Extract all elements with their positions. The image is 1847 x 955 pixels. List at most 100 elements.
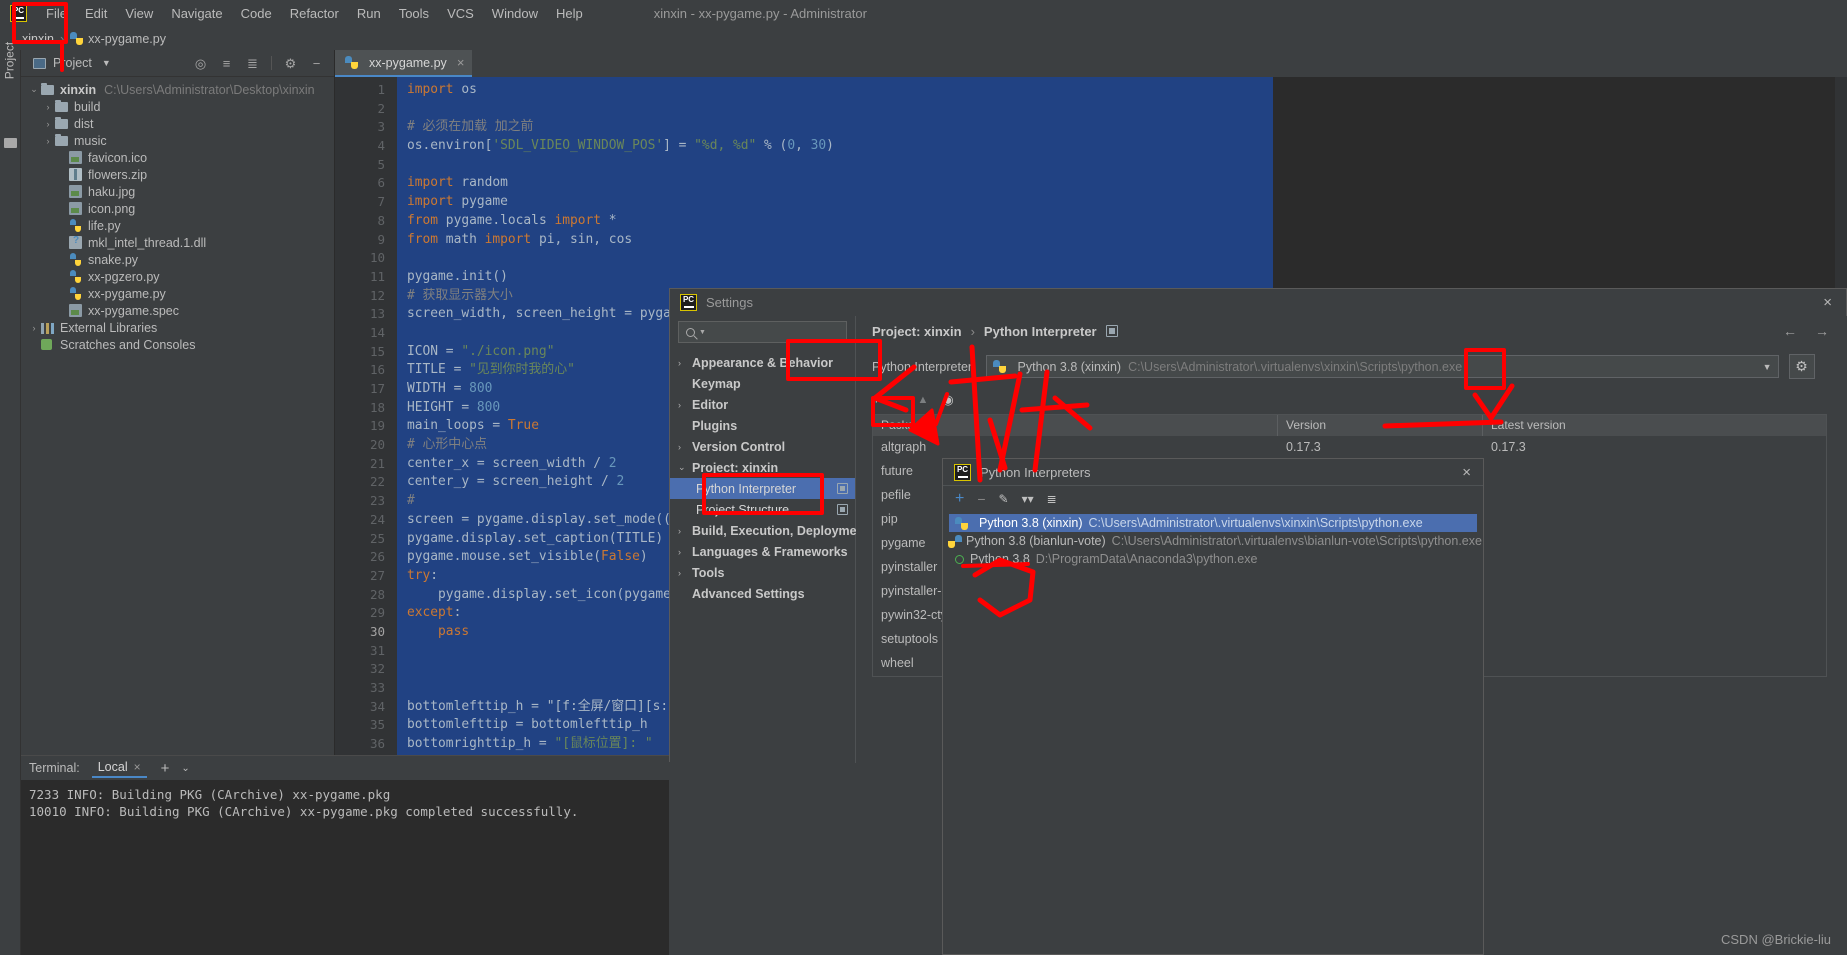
- nav-forward-button[interactable]: →: [1815, 323, 1829, 339]
- interpreter-list-item[interactable]: Python 3.8 D:\ProgramData\Anaconda3\pytho…: [949, 550, 1477, 568]
- add-interpreter-button[interactable]: +: [955, 490, 964, 508]
- project-tree-item[interactable]: › dist: [21, 115, 334, 132]
- remove-interpreter-button[interactable]: −: [977, 491, 985, 507]
- interpreter-settings-gear-button[interactable]: ⚙: [1788, 354, 1815, 379]
- breadcrumb-project[interactable]: xinxin: [22, 32, 54, 46]
- interpreter-combobox[interactable]: Python 3.8 (xinxin) C:\Users\Administrat…: [985, 355, 1779, 378]
- gear-icon[interactable]: ⚙: [283, 56, 298, 71]
- menu-edit[interactable]: Edit: [76, 3, 116, 24]
- terminal-tab-local[interactable]: Local ×: [91, 758, 147, 778]
- show-early-releases-button[interactable]: ◉: [942, 392, 953, 408]
- minimize-icon[interactable]: −: [309, 56, 324, 71]
- settings-tree-item-tools[interactable]: › Tools: [670, 562, 855, 583]
- add-terminal-button[interactable]: +: [161, 760, 170, 777]
- project-tree-item[interactable]: snake.py: [21, 251, 334, 268]
- close-icon[interactable]: ×: [1823, 294, 1832, 311]
- project-tree-item[interactable]: life.py: [21, 217, 334, 234]
- remove-package-button[interactable]: −: [895, 391, 904, 408]
- settings-tree-item-build-execution-deployment[interactable]: › Build, Execution, Deployment: [670, 520, 868, 541]
- show-paths-icon[interactable]: ≣: [1047, 492, 1057, 506]
- line-number: 17: [369, 381, 385, 396]
- chevron-down-icon[interactable]: ▼: [1763, 362, 1772, 372]
- package-cell-latest: [1483, 460, 1826, 484]
- settings-tree-item-languages-frameworks[interactable]: › Languages & Frameworks: [670, 541, 855, 562]
- twisty-icon[interactable]: ›: [41, 136, 55, 146]
- settings-breadcrumb-project[interactable]: Project: xinxin: [872, 324, 962, 339]
- project-tree-item[interactable]: xx-pygame.py: [21, 285, 334, 302]
- project-tree-item[interactable]: flowers.zip: [21, 166, 334, 183]
- twisty-icon[interactable]: ›: [41, 102, 55, 112]
- twisty-icon[interactable]: ›: [27, 323, 41, 333]
- twisty-icon[interactable]: ⌄: [678, 462, 692, 473]
- interpreter-list-item[interactable]: Python 3.8 (bianlun-vote) C:\Users\Admini…: [948, 532, 1482, 550]
- project-tree-item[interactable]: xx-pygame.spec: [21, 302, 334, 319]
- twisty-icon[interactable]: ›: [678, 547, 692, 557]
- menu-run[interactable]: Run: [348, 3, 390, 24]
- menu-refactor[interactable]: Refactor: [281, 3, 348, 24]
- upgrade-package-button[interactable]: ▲: [918, 394, 929, 406]
- project-tree-item[interactable]: ⌄ xinxin C:\Users\Administrator\Desktop\xi…: [21, 81, 334, 98]
- menu-window[interactable]: Window: [483, 3, 547, 24]
- menu-help[interactable]: Help: [547, 3, 592, 24]
- settings-tree-item-label: Languages & Frameworks: [692, 544, 848, 559]
- settings-search-box[interactable]: ▼: [678, 321, 847, 343]
- twisty-icon[interactable]: ›: [41, 119, 55, 129]
- nav-back-button[interactable]: ←: [1783, 323, 1797, 339]
- settings-tree-item-project-xinxin[interactable]: ⌄ Project: xinxin: [670, 457, 855, 478]
- project-tree-item[interactable]: favicon.ico: [21, 149, 334, 166]
- breadcrumb-file[interactable]: xx-pygame.py: [88, 32, 166, 46]
- expand-all-icon[interactable]: ≡: [219, 56, 234, 71]
- line-number: 8: [377, 212, 385, 228]
- menu-vcs[interactable]: VCS: [438, 3, 483, 24]
- folder-icon[interactable]: [4, 138, 17, 148]
- menu-view[interactable]: View: [116, 3, 162, 24]
- project-tree-item[interactable]: › External Libraries: [21, 319, 334, 336]
- twisty-icon[interactable]: ›: [678, 526, 692, 536]
- project-tree-item[interactable]: › music: [21, 132, 334, 149]
- settings-tree-item-plugins[interactable]: Plugins: [670, 415, 855, 436]
- twisty-icon[interactable]: ›: [678, 568, 692, 578]
- settings-tree-item-version-control[interactable]: › Version Control: [670, 436, 855, 457]
- project-tree-item[interactable]: mkl_intel_thread.1.dll: [21, 234, 334, 251]
- settings-tree-item-advanced-settings[interactable]: Advanced Settings: [670, 583, 855, 604]
- project-tree-item[interactable]: Scratches and Consoles: [21, 336, 334, 353]
- editor-tab-xx-pygame[interactable]: xx-pygame.py ×: [335, 50, 473, 77]
- chevron-down-icon[interactable]: ▼: [699, 329, 706, 336]
- twisty-icon[interactable]: ⌄: [27, 84, 41, 95]
- menu-navigate[interactable]: Navigate: [162, 3, 231, 24]
- project-tree-item[interactable]: icon.png: [21, 200, 334, 217]
- column-header-version[interactable]: Version: [1278, 415, 1483, 436]
- chevron-down-icon[interactable]: ⌄: [181, 763, 189, 774]
- close-icon[interactable]: ×: [1462, 464, 1471, 481]
- column-header-package[interactable]: Package: [873, 415, 1278, 436]
- tool-window-button-project[interactable]: Project: [0, 35, 21, 87]
- filter-icon[interactable]: ▾▾: [1022, 492, 1034, 506]
- close-icon[interactable]: ×: [134, 760, 141, 774]
- project-tree-item[interactable]: haku.jpg: [21, 183, 334, 200]
- settings-tree-item-appearance-behavior[interactable]: › Appearance & Behavior: [670, 352, 855, 373]
- menu-tools[interactable]: Tools: [390, 3, 438, 24]
- settings-tree-item-project-structure[interactable]: Project Structure: [670, 499, 855, 520]
- close-icon[interactable]: ×: [457, 55, 465, 70]
- settings-tree-item-keymap[interactable]: Keymap: [670, 373, 855, 394]
- locate-icon[interactable]: ◎: [193, 56, 208, 71]
- twisty-icon[interactable]: ›: [678, 358, 692, 368]
- menu-code[interactable]: Code: [232, 3, 281, 24]
- edit-icon[interactable]: ✎: [999, 492, 1009, 506]
- twisty-icon[interactable]: ›: [678, 400, 692, 410]
- chevron-down-icon[interactable]: ▼: [102, 58, 111, 68]
- collapse-all-icon[interactable]: ≣: [245, 56, 260, 71]
- menu-file[interactable]: File: [37, 3, 76, 24]
- twisty-icon[interactable]: ›: [678, 442, 692, 452]
- project-tree-item[interactable]: › build: [21, 98, 334, 115]
- code-line: import os: [407, 82, 477, 97]
- settings-tree-item-python-interpreter[interactable]: Python Interpreter: [670, 478, 855, 499]
- project-tree-item[interactable]: xx-pgzero.py: [21, 268, 334, 285]
- interpreter-list-item[interactable]: Python 3.8 (xinxin) C:\Users\Administrato…: [949, 514, 1477, 532]
- column-header-latest[interactable]: Latest version: [1483, 415, 1826, 436]
- settings-tree-item-label: Build, Execution, Deployment: [692, 523, 869, 538]
- interpreter-list[interactable]: Python 3.8 (xinxin) C:\Users\Administrato…: [948, 514, 1482, 568]
- settings-tree-item-editor[interactable]: › Editor: [670, 394, 855, 415]
- package-table-row[interactable]: altgraph 0.17.3 0.17.3: [873, 436, 1826, 460]
- add-package-button[interactable]: +: [872, 391, 881, 408]
